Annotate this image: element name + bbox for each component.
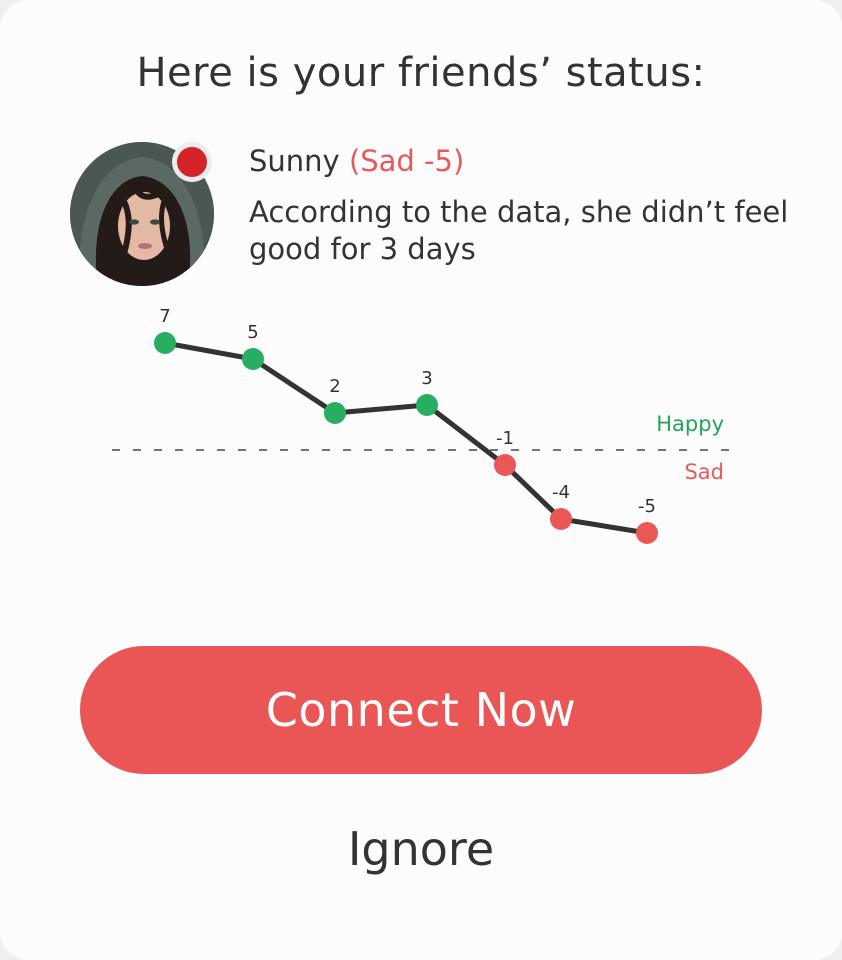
data-label: -1 <box>496 428 514 449</box>
connect-now-button[interactable]: Connect Now <box>80 646 762 774</box>
data-label: 2 <box>329 376 340 397</box>
data-label: 3 <box>421 368 432 389</box>
status-card: Here is your friends’ status: Sunny (Sad… <box>0 0 842 960</box>
mood-series-line <box>164 340 648 536</box>
friend-name: Sunny <box>249 144 340 178</box>
mood-line-chart: Happy Sad 7 5 2 3 -1 -4 -5 <box>112 306 735 544</box>
data-point <box>636 522 658 544</box>
ignore-button[interactable]: Ignore <box>0 822 842 876</box>
data-point <box>242 348 264 370</box>
friend-description: According to the data, she didn’t feel g… <box>249 195 789 266</box>
sad-zone-label: Sad <box>684 460 724 484</box>
data-point <box>154 332 176 354</box>
data-point <box>550 508 572 530</box>
status-indicator-icon <box>172 142 212 182</box>
data-label: -4 <box>552 482 570 503</box>
friend-name-line: Sunny (Sad -5) <box>249 144 464 178</box>
data-point <box>324 402 346 424</box>
data-point <box>494 454 516 476</box>
data-label: 5 <box>247 322 258 343</box>
data-label: 7 <box>159 306 170 327</box>
data-label: -5 <box>638 496 656 517</box>
data-point <box>416 394 438 416</box>
page-title: Here is your friends’ status: <box>136 50 706 96</box>
mood-badge: (Sad -5) <box>348 144 465 178</box>
happy-zone-label: Happy <box>656 412 724 436</box>
